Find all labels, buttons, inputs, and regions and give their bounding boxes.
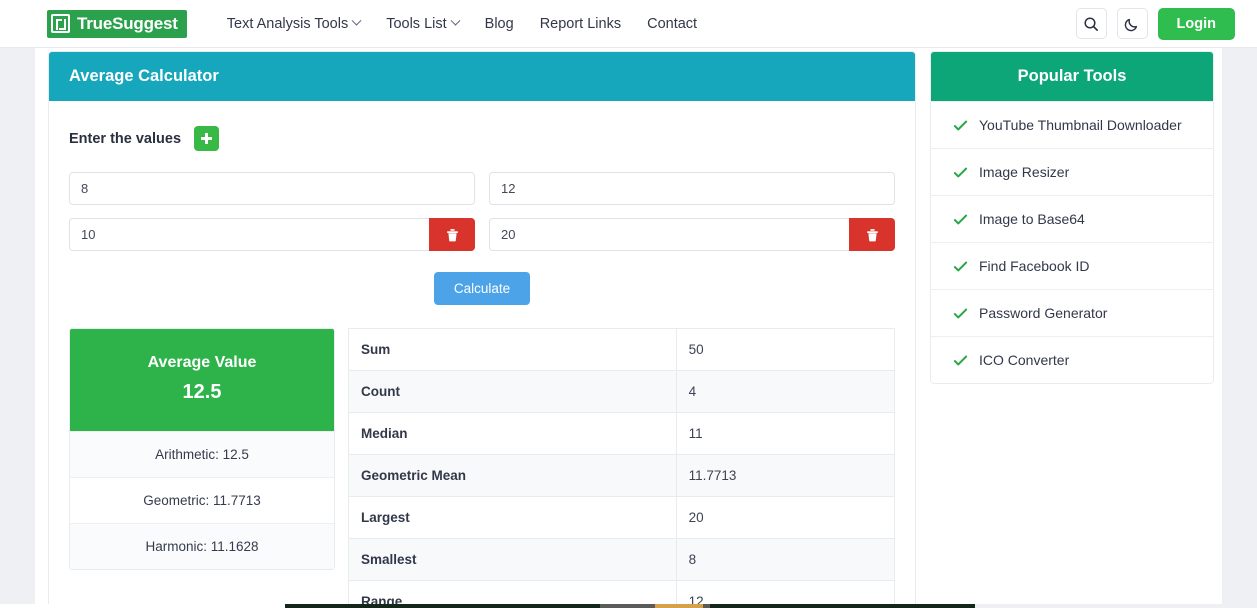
popular-tools-title: Popular Tools [931,52,1213,101]
search-icon [1084,16,1099,31]
results-section: Average Value 12.5 Arithmetic: 12.5 Geom… [69,328,896,608]
nav-item-tools-list[interactable]: Tools List [386,15,461,32]
site-logo[interactable]: TrueSuggest [47,9,187,38]
delete-value-button-3[interactable] [429,218,475,251]
logo-mark-icon [51,14,70,33]
sidebar-item-password-generator[interactable]: Password Generator [931,289,1213,336]
sidebar-item-label: Find Facebook ID [979,258,1090,274]
search-button[interactable] [1075,8,1107,39]
stat-value-sum: 50 [675,328,896,371]
dark-mode-toggle[interactable] [1116,8,1148,39]
nav-item-blog[interactable]: Blog [485,16,514,32]
sidebar-item-image-resizer[interactable]: Image Resizer [931,148,1213,195]
delete-value-button-4[interactable] [849,218,895,251]
values-label-row: Enter the values [69,126,895,151]
calculate-row: Calculate [69,272,895,305]
stat-key-median: Median [348,412,677,455]
average-value-header: Average Value 12.5 [70,329,334,431]
sidebar-item-label: Image Resizer [979,164,1070,180]
stat-value-median: 11 [675,412,896,455]
calculate-button[interactable]: Calculate [433,272,531,305]
stat-key-smallest: Smallest [348,538,677,581]
add-value-button[interactable] [194,126,220,151]
table-row: Smallest 8 [348,538,896,581]
average-value-panel: Average Value 12.5 Arithmetic: 12.5 Geom… [69,328,335,570]
value-inputs-grid [69,172,895,251]
nav-item-report-links[interactable]: Report Links [540,16,621,32]
table-row: Geometric Mean 11.7713 [348,454,896,497]
check-icon [953,355,968,365]
nav-item-text-analysis-tools[interactable]: Text Analysis Tools [226,15,362,32]
stat-value-largest: 20 [675,496,896,539]
value-input-1[interactable] [69,172,475,205]
stat-key-geometric-mean: Geometric Mean [348,454,677,497]
check-icon [953,308,968,318]
trash-icon [866,228,878,241]
table-row: Count 4 [348,370,896,413]
chevron-down-icon [450,15,461,26]
table-row: Median 11 [348,412,896,455]
calculator-card: Average Calculator Enter the values 8 12… [48,51,916,608]
stat-key-count: Count [348,370,677,413]
enter-values-label: Enter the values [69,130,182,147]
nav-item-contact[interactable]: Contact [647,16,697,32]
sidebar-item-label: Password Generator [979,305,1108,321]
stat-value-count: 4 [675,370,896,413]
value-input-2[interactable] [489,172,895,205]
value-input-row-4 [489,218,895,251]
header-actions: Login [1075,7,1235,40]
calculator-card-body: Enter the values 8 12 10 20 Calculate Av… [49,101,915,608]
value-input-3[interactable] [69,218,429,251]
login-button[interactable]: Login [1157,7,1235,40]
statistics-table: Sum 50 Count 4 Median 11 Geometric Mean … [348,328,896,608]
bottom-strip-gold-segment [655,604,703,608]
sidebar-item-label: ICO Converter [979,352,1070,368]
check-icon [953,261,968,271]
value-input-row-1 [69,172,475,205]
average-breakdown-harmonic: Harmonic: 11.1628 [70,523,334,569]
page-title: Average Calculator [69,67,219,85]
average-value-label: Average Value [147,354,257,371]
sidebar-item-image-to-base64[interactable]: Image to Base64 [931,195,1213,242]
popular-tools-card: Popular Tools YouTube Thumbnail Download… [930,51,1214,384]
site-header: TrueSuggest Text Analysis Tools Tools Li… [0,0,1257,48]
average-value-number: 12.5 [182,381,222,403]
stat-value-geometric-mean: 11.7713 [675,454,896,497]
average-breakdown-arithmetic: Arithmetic: 12.5 [70,431,334,477]
stat-value-smallest: 8 [675,538,896,581]
chevron-down-icon [351,15,362,26]
sidebar-item-ico-converter[interactable]: ICO Converter [931,336,1213,383]
bottom-strip-white-segment [0,604,285,608]
nav-item-label: Text Analysis Tools [226,15,349,32]
value-input-row-3 [69,218,475,251]
average-breakdown-geometric: Geometric: 11.7713 [70,477,334,523]
stat-key-sum: Sum [348,328,677,371]
brand-name: TrueSuggest [77,13,178,33]
calculator-card-header: Average Calculator [49,52,915,101]
check-icon [953,120,968,130]
page-root: TrueSuggest Text Analysis Tools Tools Li… [0,0,1257,608]
sidebar-item-label: Image to Base64 [979,211,1085,227]
value-input-row-2 [489,172,895,205]
check-icon [953,214,968,224]
main-nav: Text Analysis Tools Tools List Blog Repo… [227,16,697,32]
table-row: Largest 20 [348,496,896,539]
check-icon [953,167,968,177]
sidebar-item-label: YouTube Thumbnail Downloader [979,117,1182,133]
stat-key-largest: Largest [348,496,677,539]
table-row: Sum 50 [348,328,896,371]
nav-item-label: Tools List [386,15,447,32]
bottom-edge-strip [0,604,1257,608]
sidebar-item-find-facebook-id[interactable]: Find Facebook ID [931,242,1213,289]
sidebar-item-youtube-thumbnail-downloader[interactable]: YouTube Thumbnail Downloader [931,101,1213,148]
trash-icon [446,228,458,241]
value-input-4[interactable] [489,218,849,251]
moon-icon [1124,18,1138,31]
